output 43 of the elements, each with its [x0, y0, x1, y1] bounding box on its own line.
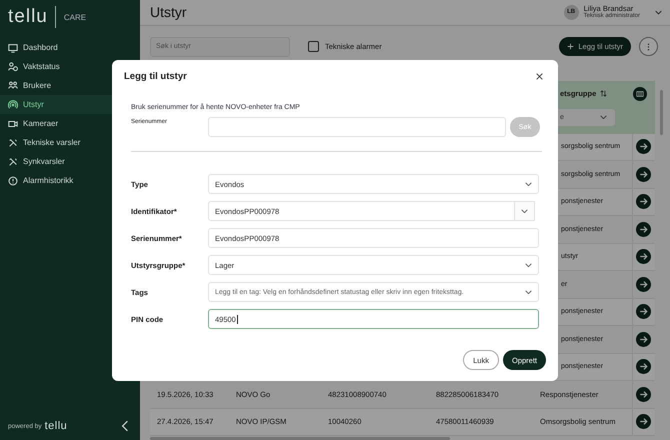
- vertical-scrollbar[interactable]: [660, 90, 663, 135]
- chevron-down-icon: [525, 290, 532, 294]
- checkbox[interactable]: [308, 41, 319, 52]
- sidebar-item[interactable]: Synkvarsler: [0, 152, 140, 171]
- arrow-right-icon[interactable]: [636, 166, 651, 182]
- alert-circle-icon: [8, 176, 18, 186]
- chevron-down-icon: [525, 182, 532, 186]
- monitor-icon: [8, 42, 18, 52]
- camera-icon: [8, 118, 18, 128]
- arrow-right-icon[interactable]: [636, 386, 651, 402]
- serial-number-field[interactable]: [208, 117, 506, 137]
- arrow-right-icon[interactable]: [636, 276, 651, 292]
- columns-icon[interactable]: [633, 86, 647, 100]
- signal-icon: [8, 100, 18, 110]
- arrow-right-icon[interactable]: [636, 249, 651, 264]
- tools-icon: [8, 138, 18, 148]
- tools-icon: [8, 156, 18, 166]
- close-icon[interactable]: [536, 73, 543, 80]
- page-title: Utstyr: [150, 4, 187, 20]
- dialog-title: Legg til utstyr: [124, 71, 187, 82]
- collapse-chevron-icon[interactable]: [121, 420, 129, 432]
- more-icon: [647, 42, 650, 50]
- plus-icon: [567, 43, 574, 50]
- caret-icon[interactable]: [655, 10, 662, 15]
- product-name: CARE: [64, 12, 86, 22]
- chevron-down-icon: [525, 262, 532, 268]
- more-options-button[interactable]: [639, 37, 658, 56]
- arrow-right-icon[interactable]: [636, 222, 651, 237]
- logo: tellu: [8, 6, 56, 28]
- arrow-right-icon[interactable]: [636, 194, 651, 210]
- people-icon: [8, 80, 18, 90]
- arrow-right-icon[interactable]: [636, 332, 651, 347]
- sort-icon[interactable]: [600, 90, 608, 97]
- arrow-right-icon[interactable]: [636, 414, 651, 430]
- footer-logo: tellu: [44, 420, 68, 432]
- sidebar-item[interactable]: Dashbord: [0, 38, 140, 57]
- arrow-right-icon[interactable]: [636, 304, 651, 320]
- chevron-down-icon: [600, 114, 607, 120]
- arrow-right-icon[interactable]: [636, 359, 651, 374]
- person-clock-icon: [8, 62, 18, 72]
- chevron-down-icon: [521, 208, 528, 214]
- arrow-right-icon[interactable]: [636, 139, 651, 154]
- sidebar-item[interactable]: Tekniske varsler: [0, 133, 140, 152]
